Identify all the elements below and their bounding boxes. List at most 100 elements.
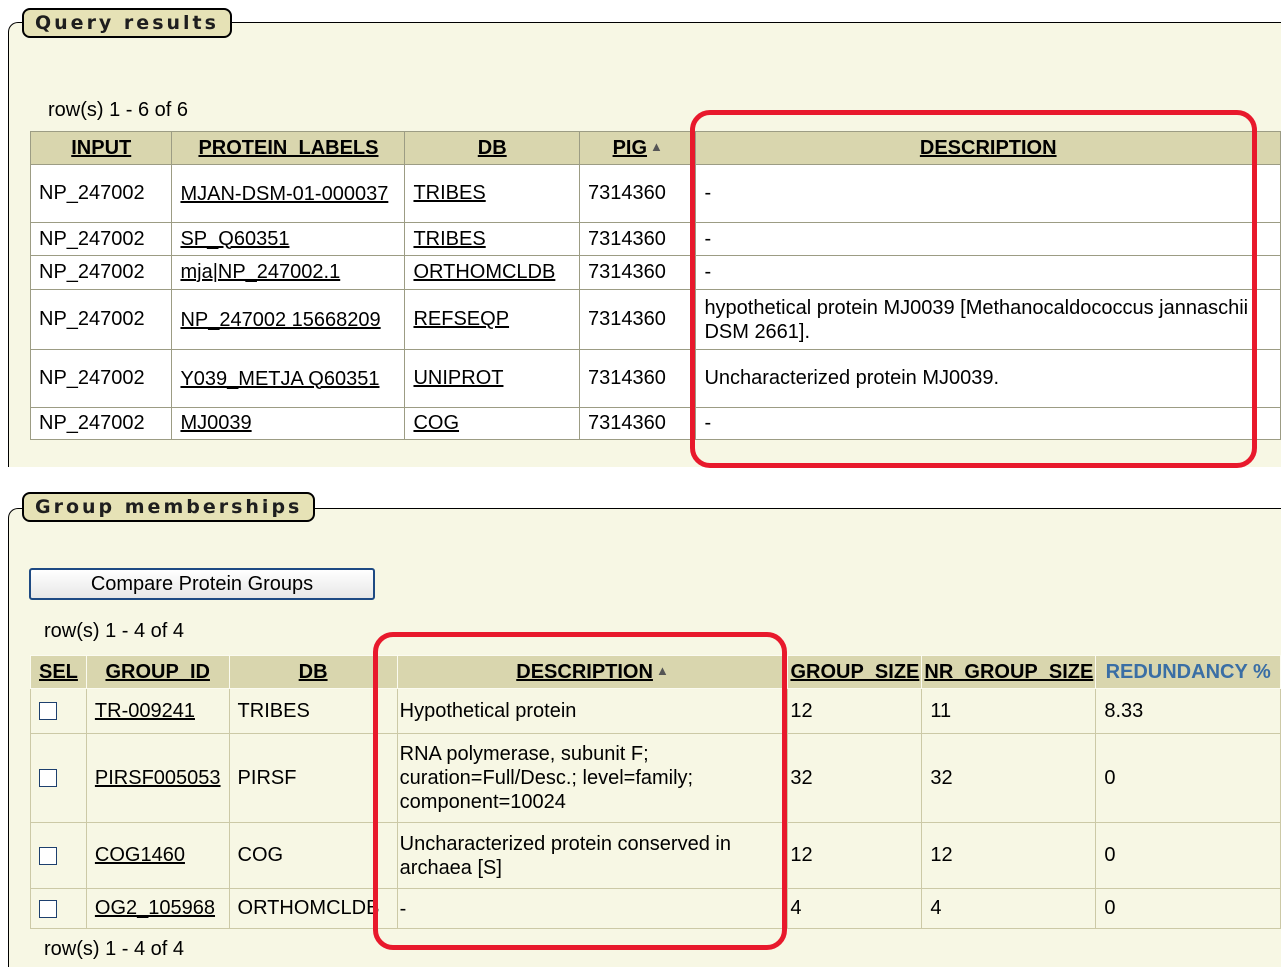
db-link[interactable]: UNIPROT xyxy=(413,367,503,389)
db-cell: COG xyxy=(228,822,398,889)
group-memberships-legend: Group memberships xyxy=(22,492,316,522)
protein-label-link[interactable]: Y039_METJA Q60351 xyxy=(180,368,379,390)
redundancy-cell: 0 xyxy=(1095,822,1281,889)
column-header-pig[interactable]: PIG ▲ xyxy=(579,131,697,165)
group-size-cell: 4 xyxy=(787,888,923,929)
group-id-cell: PIRSF005053 xyxy=(85,733,230,823)
db-link[interactable]: REFSEQP xyxy=(413,308,509,330)
select-cell xyxy=(30,688,87,734)
sort-ascending-icon: ▲ xyxy=(655,662,669,678)
table-row: COG1460 COG Uncharacterized protein cons… xyxy=(30,822,1281,889)
query-results-row-count: row(s) 1 - 6 of 6 xyxy=(48,99,189,121)
protein-label-link[interactable]: mja|NP_247002.1 xyxy=(180,261,340,283)
protein-label-cell: MJ0039 xyxy=(171,407,406,440)
redundancy-cell: 8.33 xyxy=(1095,688,1281,734)
column-header-nr-group-size-label[interactable]: NR_GROUP_SIZE xyxy=(924,661,1093,683)
protein-label-link[interactable]: MJAN-DSM-01-000037 xyxy=(180,183,388,205)
column-header-group-size-label[interactable]: GROUP_SIZE xyxy=(790,661,919,683)
select-cell xyxy=(30,822,87,889)
pig-cell: 7314360 xyxy=(579,255,697,290)
column-header-redundancy: REDUNDANCY % xyxy=(1095,655,1281,689)
input-cell: NP_247002 xyxy=(29,255,173,290)
column-header-description[interactable]: DESCRIPTION xyxy=(695,131,1281,165)
column-header-db-label[interactable]: DB xyxy=(478,137,507,159)
group-memberships-row-count-bottom: row(s) 1 - 4 of 4 xyxy=(44,938,185,960)
column-header-description[interactable]: DESCRIPTION ▲ xyxy=(396,655,789,689)
db-cell: ORTHOMCLDB xyxy=(404,255,581,290)
group-size-cell: 32 xyxy=(787,733,923,823)
column-header-input-label[interactable]: INPUT xyxy=(71,137,131,159)
redundancy-cell: 0 xyxy=(1095,733,1281,823)
input-cell: NP_247002 xyxy=(29,222,173,256)
group-id-link[interactable]: PIRSF005053 xyxy=(95,767,221,789)
description-cell: - xyxy=(396,888,789,929)
select-cell xyxy=(30,888,87,929)
group-size-cell: 12 xyxy=(787,688,923,734)
select-cell xyxy=(30,733,87,823)
db-cell: PIRSF xyxy=(228,733,398,823)
compare-protein-groups-button[interactable]: Compare Protein Groups xyxy=(29,568,375,600)
input-cell: NP_247002 xyxy=(29,289,173,350)
row-select-checkbox[interactable] xyxy=(39,846,57,865)
db-cell: TRIBES xyxy=(404,164,581,223)
column-header-pig-label[interactable]: PIG xyxy=(613,137,647,159)
table-header-row: INPUT PROTEIN_LABELS DB PIG ▲ DESCRIPTION xyxy=(29,131,1281,165)
description-cell: - xyxy=(695,407,1281,440)
protein-label-link[interactable]: NP_247002 15668209 xyxy=(180,309,380,331)
table-row: NP_247002 MJ0039 COG 7314360 - xyxy=(29,407,1281,440)
protein-label-cell: Y039_METJA Q60351 xyxy=(171,349,406,408)
nr-group-size-cell: 32 xyxy=(921,733,1097,823)
query-results-legend: Query results xyxy=(22,8,232,38)
protein-label-link[interactable]: SP_Q60351 xyxy=(180,228,289,250)
protein-label-link[interactable]: MJ0039 xyxy=(180,412,251,434)
db-cell: ORTHOMCLDB xyxy=(228,888,398,929)
group-id-cell: TR-009241 xyxy=(85,688,230,734)
protein-label-cell: NP_247002 15668209 xyxy=(171,289,406,350)
column-header-group-id-label[interactable]: GROUP_ID xyxy=(105,661,209,683)
column-header-sel[interactable]: SEL xyxy=(30,655,87,689)
db-link[interactable]: COG xyxy=(413,412,459,434)
db-link[interactable]: ORTHOMCLDB xyxy=(413,261,555,283)
input-cell: NP_247002 xyxy=(29,407,173,440)
group-id-cell: OG2_105968 xyxy=(85,888,230,929)
pig-cell: 7314360 xyxy=(579,164,697,223)
protein-label-cell: SP_Q60351 xyxy=(171,222,406,256)
description-cell: Hypothetical protein xyxy=(396,688,789,734)
protein-label-cell: mja|NP_247002.1 xyxy=(171,255,406,290)
description-cell: - xyxy=(695,255,1281,290)
sort-ascending-icon: ▲ xyxy=(650,138,663,154)
nr-group-size-cell: 12 xyxy=(921,822,1097,889)
input-cell: NP_247002 xyxy=(29,349,173,408)
column-header-group-id[interactable]: GROUP_ID xyxy=(85,655,230,689)
query-results-table: INPUT PROTEIN_LABELS DB PIG ▲ DESCRIPTION… xyxy=(29,131,1281,440)
db-cell: TRIBES xyxy=(404,222,581,256)
column-header-nr-group-size[interactable]: NR_GROUP_SIZE xyxy=(921,655,1097,689)
column-header-description-label[interactable]: DESCRIPTION xyxy=(516,661,653,683)
column-header-description-label[interactable]: DESCRIPTION xyxy=(920,137,1057,159)
column-header-db-label[interactable]: DB xyxy=(299,661,328,683)
column-header-input[interactable]: INPUT xyxy=(29,131,173,165)
column-header-db[interactable]: DB xyxy=(228,655,398,689)
table-row: NP_247002 Y039_METJA Q60351 UNIPROT 7314… xyxy=(29,349,1281,408)
db-link[interactable]: TRIBES xyxy=(413,228,485,250)
column-header-sel-label[interactable]: SEL xyxy=(39,661,78,683)
group-id-link[interactable]: TR-009241 xyxy=(95,700,195,722)
db-link[interactable]: TRIBES xyxy=(413,182,485,204)
row-select-checkbox[interactable] xyxy=(39,899,57,918)
description-cell: Uncharacterized protein MJ0039. xyxy=(695,349,1281,408)
table-row: NP_247002 NP_247002 15668209 REFSEQP 731… xyxy=(29,289,1281,350)
column-header-db[interactable]: DB xyxy=(404,131,581,165)
group-id-link[interactable]: OG2_105968 xyxy=(95,897,215,919)
pig-cell: 7314360 xyxy=(579,407,697,440)
row-select-checkbox[interactable] xyxy=(39,702,57,721)
description-cell: RNA polymerase, subunit F; curation=Full… xyxy=(396,733,789,823)
description-cell: hypothetical protein MJ0039 [Methanocald… xyxy=(695,289,1281,350)
group-id-link[interactable]: COG1460 xyxy=(95,844,185,866)
column-header-group-size[interactable]: GROUP_SIZE xyxy=(787,655,923,689)
row-select-checkbox[interactable] xyxy=(39,769,57,788)
db-cell: COG xyxy=(404,407,581,440)
nr-group-size-cell: 11 xyxy=(921,688,1097,734)
column-header-protein-labels[interactable]: PROTEIN_LABELS xyxy=(171,131,406,165)
table-row: TR-009241 TRIBES Hypothetical protein 12… xyxy=(30,688,1281,734)
column-header-protein-labels-label[interactable]: PROTEIN_LABELS xyxy=(198,137,378,159)
